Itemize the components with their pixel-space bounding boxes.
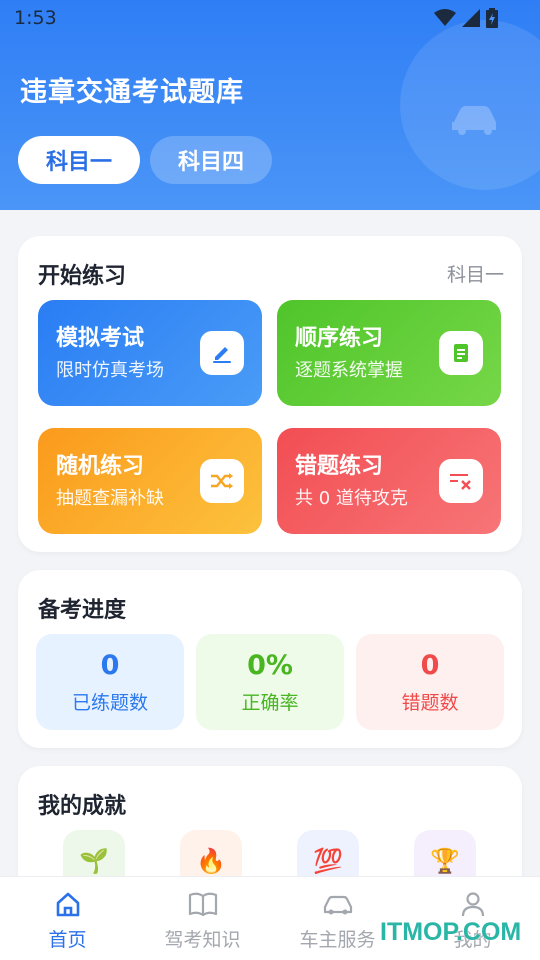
stat-label: 正确率 [241,692,299,714]
tile-desc: 共 0 道待攻克 [295,488,408,509]
wrong-count-stat: 0 错题数 [356,634,504,730]
tile-title: 模拟考试 [56,326,145,351]
car-icon [270,889,405,919]
subject-tabs: 科目一 科目四 [18,136,272,184]
tile-title: 错题练习 [295,454,384,479]
stat-value: 0% [247,650,293,681]
practice-subject-label: 科目一 [446,264,504,286]
book-icon [135,889,270,919]
nav-label: 首页 [48,929,87,951]
pencil-icon [200,331,244,375]
stat-value: 0 [420,650,440,681]
stat-label: 已练题数 [71,692,148,714]
accuracy-stat: 0% 正确率 [196,634,344,730]
practice-title: 开始练习 [38,264,127,289]
practice-card: 开始练习 科目一 模拟考试 限时仿真考场 顺序练习 逐题系统掌握 随机练习 抽题… [18,236,522,552]
status-bar: 1:53 [0,0,540,36]
document-icon [439,331,483,375]
tile-title: 顺序练习 [295,326,384,351]
random-practice-tile[interactable]: 随机练习 抽题查漏补缺 [38,428,262,534]
status-time: 1:53 [14,7,57,29]
progress-card: 备考进度 0 已练题数 0% 正确率 0 错题数 [18,570,522,748]
tab-subject-one[interactable]: 科目一 [18,136,140,184]
nav-knowledge[interactable]: 驾考知识 [135,889,270,952]
car-decoration-icon [452,106,496,135]
nav-home[interactable]: 首页 [0,889,135,952]
tile-desc: 抽题查漏补缺 [56,488,164,509]
shuffle-icon [200,459,244,503]
status-icons [434,8,498,28]
stat-label: 错题数 [401,692,459,714]
app-title: 违章交通考试题库 [20,77,244,108]
achievements-title: 我的成就 [38,794,127,819]
battery-icon [486,8,498,28]
practiced-count-stat: 0 已练题数 [36,634,184,730]
wrong-list-icon [439,459,483,503]
sequential-practice-tile[interactable]: 顺序练习 逐题系统掌握 [277,300,501,406]
home-icon [0,889,135,919]
tile-desc: 逐题系统掌握 [295,360,403,381]
progress-title: 备考进度 [38,598,127,623]
nav-label: 驾考知识 [164,929,241,951]
tab-subject-four[interactable]: 科目四 [150,136,272,184]
stat-value: 0 [100,650,120,681]
tile-title: 随机练习 [56,454,145,479]
wifi-icon [434,9,456,26]
tile-desc: 限时仿真考场 [56,360,164,381]
signal-icon [462,9,480,27]
mock-exam-tile[interactable]: 模拟考试 限时仿真考场 [38,300,262,406]
user-icon [405,889,540,919]
watermark: ITMOP.COM [380,918,522,946]
wrong-questions-tile[interactable]: 错题练习 共 0 道待攻克 [277,428,501,534]
